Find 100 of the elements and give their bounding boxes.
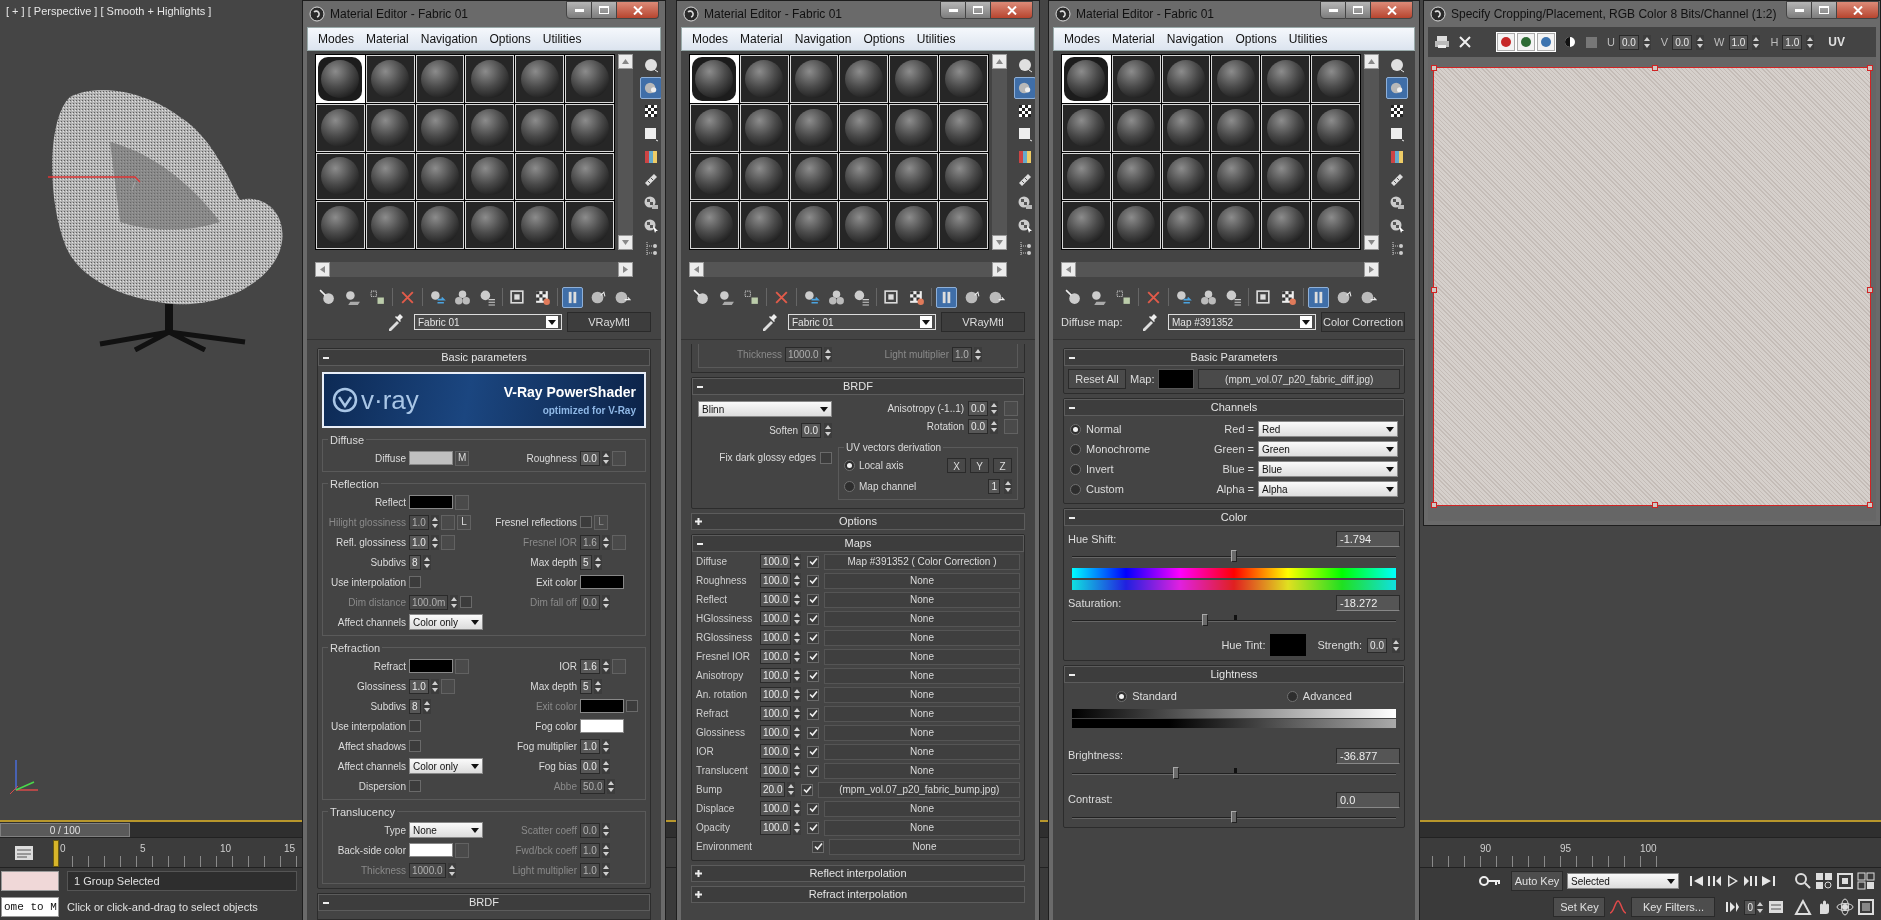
spinner-arrows-icon[interactable] (824, 423, 832, 438)
material-slot[interactable] (316, 201, 365, 249)
number-field[interactable]: 100.0 (760, 649, 792, 664)
material-slot[interactable] (739, 55, 789, 103)
checkbox[interactable] (807, 650, 820, 663)
time-config-icon[interactable] (14, 844, 34, 862)
checkbox[interactable] (820, 451, 832, 464)
spinner-arrows-icon[interactable] (1806, 34, 1815, 50)
scrollbar[interactable] (1061, 262, 1379, 277)
spinner-arrows-icon[interactable] (793, 573, 802, 588)
number-field[interactable]: 100.0 (760, 801, 792, 816)
spinner-arrows-icon[interactable] (601, 658, 610, 674)
dropdown[interactable]: Fabric 01 (414, 314, 562, 330)
spinner-arrows-icon[interactable] (793, 763, 802, 778)
spinner-arrows-icon[interactable] (422, 698, 431, 714)
checkbox[interactable] (807, 745, 820, 758)
map-button[interactable]: None (824, 629, 1020, 646)
scroll-down-button[interactable] (1364, 235, 1379, 250)
crop-handle[interactable] (1431, 502, 1437, 508)
axis-button[interactable]: X (947, 458, 966, 473)
spinner-arrows-icon[interactable] (793, 687, 802, 702)
number-field[interactable]: 100.0 (760, 706, 792, 721)
menu-item[interactable]: Modes (1058, 30, 1107, 48)
spinner-arrows-icon[interactable] (601, 842, 610, 858)
material-slot[interactable] (515, 152, 565, 201)
number-field[interactable]: 20.0 (760, 782, 786, 797)
scroll-left-button[interactable] (1061, 262, 1076, 277)
material-slot[interactable] (1062, 55, 1111, 103)
listener-field[interactable] (1, 871, 59, 891)
material-slot[interactable] (939, 103, 988, 152)
scroll-down-button[interactable] (618, 235, 633, 250)
maximize-button[interactable] (1812, 1, 1838, 19)
checkbox[interactable] (807, 726, 820, 739)
spinner-arrows-icon[interactable] (793, 554, 802, 569)
color-swatch[interactable] (1270, 634, 1307, 656)
slider-thumb[interactable] (1231, 550, 1237, 562)
material-slot[interactable] (1062, 152, 1111, 201)
spinner-arrows-icon[interactable] (1752, 34, 1761, 50)
material-slot[interactable] (739, 103, 789, 152)
number-field[interactable]: 1.0 (1782, 34, 1803, 50)
spinner-arrows-icon[interactable] (601, 450, 610, 466)
rollout-header[interactable]: Lightness (1064, 666, 1404, 683)
value-field[interactable]: -36.877 (1336, 747, 1400, 764)
material-slot[interactable] (939, 55, 988, 103)
number-field[interactable]: 0.0 (580, 450, 600, 466)
zoom-extents-icon[interactable] (1836, 872, 1854, 890)
zoom-all-icon[interactable] (1815, 872, 1833, 890)
number-field[interactable]: 0.0 (1618, 34, 1639, 50)
spinner-arrows-icon[interactable] (601, 862, 610, 878)
crop-handle[interactable] (1431, 65, 1437, 71)
material-slot[interactable] (1161, 55, 1211, 103)
print-icon[interactable] (1434, 35, 1450, 49)
spinner-arrows-icon[interactable] (601, 534, 610, 550)
close-button[interactable] (1371, 1, 1413, 19)
material-slot[interactable] (565, 152, 614, 201)
checkbox[interactable] (409, 780, 421, 792)
number-field[interactable]: 0.0 (580, 758, 600, 774)
map-button[interactable]: None (824, 724, 1020, 741)
key-icon[interactable] (1479, 875, 1501, 887)
slider-thumb[interactable] (1201, 614, 1208, 626)
checkbox[interactable] (807, 707, 820, 720)
map-button[interactable]: None (824, 800, 1020, 817)
material-slot[interactable] (939, 201, 988, 249)
material-slot[interactable] (690, 152, 739, 201)
material-slot[interactable] (415, 55, 465, 103)
checkbox[interactable] (807, 555, 820, 568)
number-field[interactable]: 1 (988, 479, 1000, 494)
number-field[interactable]: 100.0 (760, 820, 792, 835)
viewport-label[interactable]: [ + ] [ Perspective ] [ Smooth + Highlights ] (6, 3, 212, 20)
axis-button[interactable]: Y (970, 458, 989, 473)
material-slot[interactable] (1062, 201, 1111, 249)
material-type-button[interactable]: Color Correction (1321, 312, 1405, 332)
eyedropper-icon[interactable] (387, 313, 403, 331)
radio-button[interactable] (844, 460, 855, 471)
slider-thumb[interactable] (1172, 766, 1179, 779)
material-slot[interactable] (690, 201, 739, 249)
color-swatch[interactable] (409, 495, 453, 509)
value-field[interactable]: -18.272 (1336, 595, 1400, 611)
material-slot[interactable] (515, 55, 565, 103)
material-slot[interactable] (739, 201, 789, 249)
scroll-up-button[interactable] (992, 54, 1007, 69)
minimize-button[interactable] (1786, 1, 1813, 19)
material-slot[interactable] (565, 55, 614, 103)
dropdown[interactable]: Red (1258, 421, 1398, 437)
spinner-arrows-icon[interactable] (601, 758, 610, 774)
material-slot[interactable] (415, 152, 465, 201)
skip-to-end-icon[interactable] (1761, 874, 1776, 888)
spinner-arrows-icon[interactable] (601, 738, 610, 754)
material-slot[interactable] (415, 103, 465, 152)
minimize-button[interactable] (1320, 1, 1346, 19)
material-slot[interactable] (1311, 55, 1360, 103)
axis-button[interactable]: Z (993, 458, 1012, 473)
menu-item[interactable]: Navigation (1160, 30, 1230, 48)
material-slot[interactable] (1211, 201, 1261, 249)
material-slot[interactable] (465, 103, 515, 152)
material-slot[interactable] (1161, 201, 1211, 249)
menu-item[interactable]: Material (360, 30, 415, 48)
menu-item[interactable]: Utilities (536, 30, 588, 48)
spinner-arrows-icon[interactable] (793, 668, 802, 683)
number-field[interactable]: 100.0 (760, 611, 792, 626)
